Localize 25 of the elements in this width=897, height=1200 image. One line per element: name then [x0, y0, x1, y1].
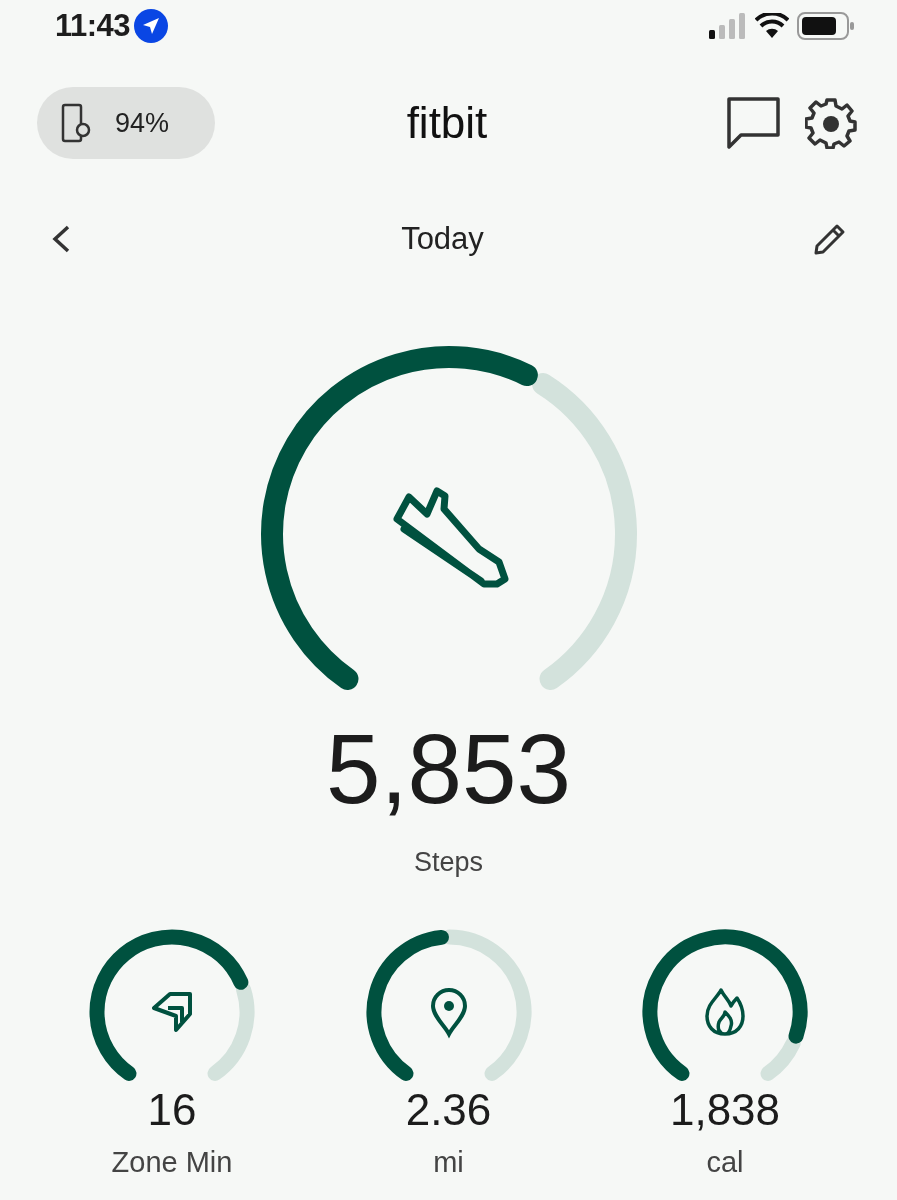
- flame-icon: [705, 987, 745, 1036]
- edit-pencil-icon[interactable]: [813, 222, 847, 256]
- back-chevron-icon[interactable]: [50, 224, 72, 254]
- zone-arrows-icon: [152, 991, 192, 1032]
- steps-value: 5,853: [325, 720, 572, 819]
- settings-icon[interactable]: [805, 97, 857, 149]
- messages-icon[interactable]: [727, 97, 781, 149]
- shoe-icon: [393, 487, 508, 588]
- metric-value: 1,838: [669, 1088, 781, 1133]
- steps-label: Steps: [413, 846, 483, 880]
- metric-value: 16: [147, 1088, 197, 1133]
- battery-icon: [797, 12, 855, 40]
- metric-label: cal: [706, 1148, 744, 1178]
- app-logo: fitbit: [406, 97, 488, 149]
- phone-watch-icon: [61, 103, 91, 143]
- gauge-track: [760, 1035, 801, 1081]
- wifi-icon: [755, 13, 789, 39]
- signal-icon: [709, 13, 747, 39]
- metric-label: Zone Min: [111, 1148, 233, 1178]
- metric-label: mi: [433, 1148, 464, 1178]
- clock-time: 11:43: [55, 6, 131, 45]
- metric-value: 2.36: [405, 1088, 492, 1133]
- date-label: Today: [401, 219, 484, 258]
- device-battery-button[interactable]: 94%: [37, 87, 215, 159]
- location-pin-icon: [430, 987, 467, 1036]
